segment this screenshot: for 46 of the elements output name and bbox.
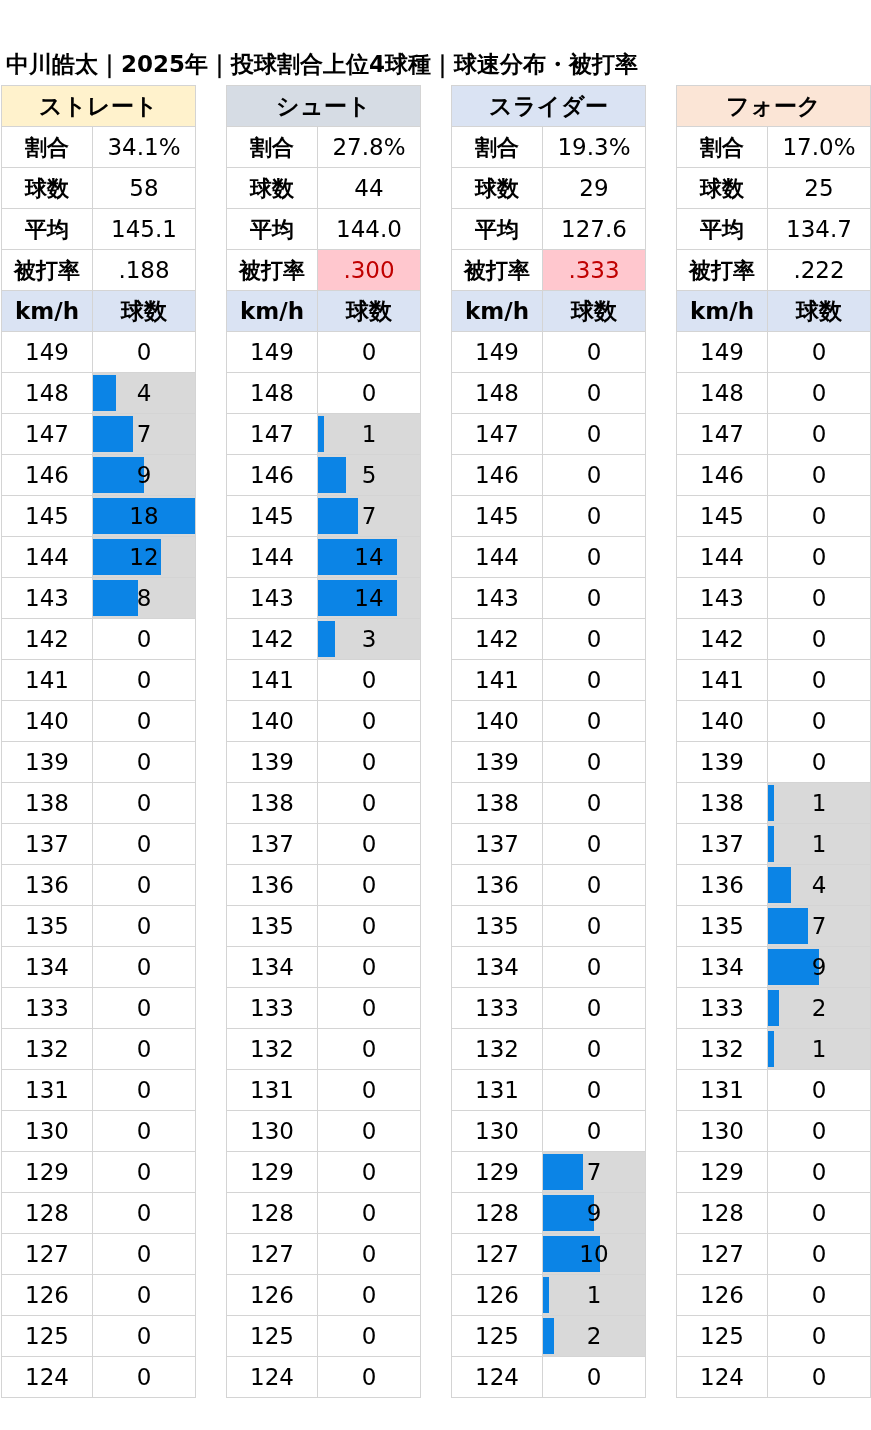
count-value: 7 xyxy=(586,1157,602,1187)
count-value: 4 xyxy=(136,378,152,408)
count-cell: 0 xyxy=(92,1356,196,1398)
count-value: 14 xyxy=(354,542,384,572)
count-value: 9 xyxy=(811,952,827,982)
pitch-header: シュート xyxy=(226,85,421,127)
count-value: 1 xyxy=(361,419,377,449)
stat-value: .300 xyxy=(317,249,421,291)
count-value: 1 xyxy=(811,829,827,859)
count-value: 2 xyxy=(586,1321,602,1351)
pitch-header: ストレート xyxy=(1,85,196,127)
count-value: 14 xyxy=(354,583,384,613)
count-value: 8 xyxy=(136,583,152,613)
stat-value: .333 xyxy=(542,249,646,291)
count-value: 1 xyxy=(586,1280,602,1310)
count-value: 9 xyxy=(136,460,152,490)
speed-cell: 124 xyxy=(226,1356,318,1398)
count-cell: 0 xyxy=(542,1356,646,1398)
count-value: 7 xyxy=(811,911,827,941)
pitch-header: フォーク xyxy=(676,85,871,127)
count-value: 7 xyxy=(361,501,377,531)
count-cell: 0 xyxy=(317,1356,421,1398)
count-value: 2 xyxy=(811,993,827,1023)
column-header: km/h xyxy=(226,290,318,332)
count-value: 3 xyxy=(361,624,377,654)
column-header: 球数 xyxy=(767,290,871,332)
count-value: 12 xyxy=(129,542,159,572)
column-header: km/h xyxy=(451,290,543,332)
count-value: 1 xyxy=(811,788,827,818)
speed-cell: 124 xyxy=(1,1356,93,1398)
count-value: 1 xyxy=(811,1034,827,1064)
speed-cell: 124 xyxy=(676,1356,768,1398)
speed-cell: 124 xyxy=(451,1356,543,1398)
column-header: 球数 xyxy=(317,290,421,332)
count-value: 4 xyxy=(811,870,827,900)
count-value: 5 xyxy=(361,460,377,490)
count-value: 18 xyxy=(129,501,159,531)
count-value: 9 xyxy=(586,1198,602,1228)
pitch-header: スライダー xyxy=(451,85,646,127)
count-cell: 0 xyxy=(767,1356,871,1398)
column-header: km/h xyxy=(676,290,768,332)
column-header: km/h xyxy=(1,290,93,332)
chart-title: 中川皓太｜2025年｜投球割合上位4球種｜球速分布・被打率 xyxy=(5,50,640,81)
column-header: 球数 xyxy=(92,290,196,332)
count-value: 7 xyxy=(136,419,152,449)
column-header: 球数 xyxy=(542,290,646,332)
